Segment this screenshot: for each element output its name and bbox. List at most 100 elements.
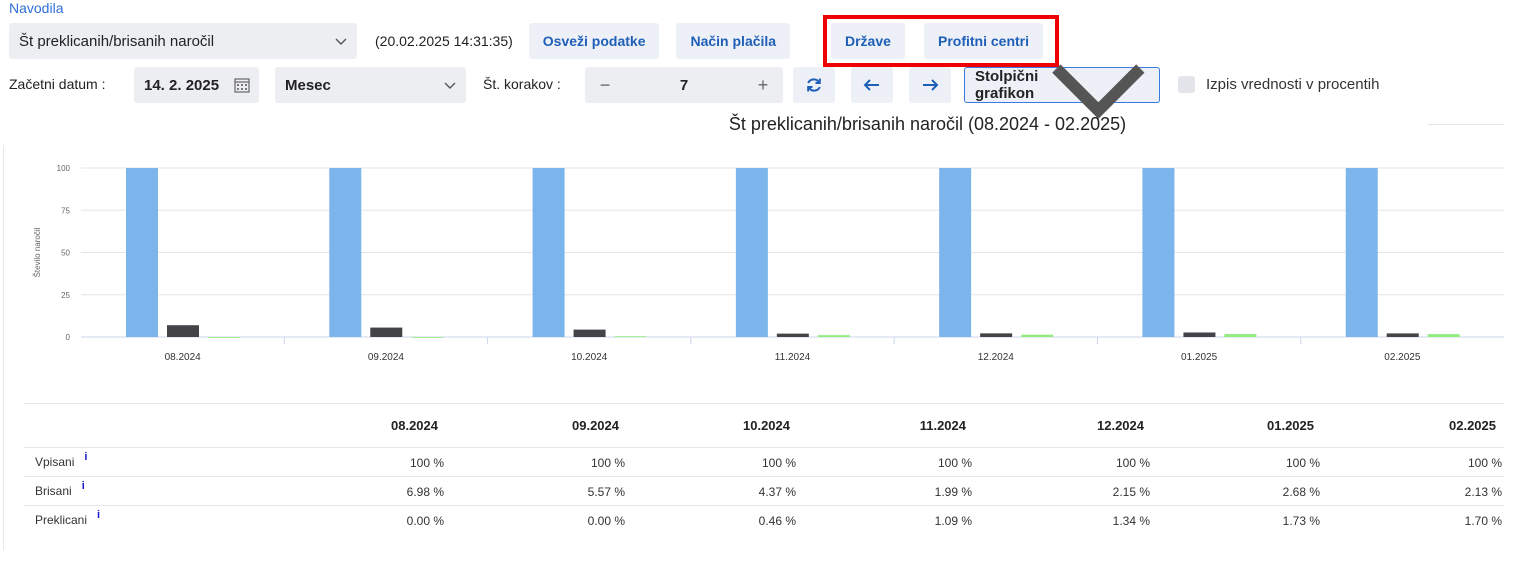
table-column-header: 09.2024 [572, 418, 619, 433]
x-tick-label: 02.2025 [1384, 352, 1421, 363]
table-header-row: 08.2024 09.2024 10.2024 11.2024 12.2024 01.20… [24, 403, 1504, 448]
states-button[interactable]: Države [831, 23, 905, 59]
x-tick-label: 10.2024 [571, 352, 608, 363]
steps-label: Št. korakov : [483, 76, 561, 92]
chart-type-value: Stolpični grafikon [975, 68, 1039, 102]
x-tick-label: 12.2024 [978, 352, 1015, 363]
table-cell: 0.46 % [758, 514, 796, 528]
toolbar-row-2: Začetni datum : 14. 2. 2025 Mesec Št. ko… [9, 64, 1509, 119]
table-column-header: 12.2024 [1097, 418, 1144, 433]
table-cell: 100 % [1467, 456, 1502, 470]
profit-centers-button[interactable]: Profitni centri [924, 23, 1044, 59]
x-tick-label: 01.2025 [1181, 352, 1218, 363]
calendar-icon[interactable] [234, 77, 250, 93]
y-tick-label: 75 [61, 206, 70, 215]
bar-vpisani [532, 168, 565, 337]
x-tick-label: 11.2024 [775, 352, 811, 363]
y-axis-label: Število naročil [33, 227, 42, 277]
row-label-text: Brisani [35, 484, 72, 498]
bar-vpisani [126, 168, 158, 337]
y-tick-label: 0 [66, 333, 71, 342]
chevron-down-icon [444, 82, 456, 89]
bar-preklicani [614, 336, 647, 338]
row-label-text: Preklicani [35, 513, 88, 527]
chart-type-select[interactable]: Stolpični grafikon [964, 64, 1160, 119]
table-column-header: 01.2025 [1267, 418, 1314, 433]
percent-values-checkbox[interactable]: Izpis vrednosti v procentih [1178, 76, 1379, 93]
bar-chart-svg: 0 25 50 75 100 Število naročil 08.2024 09.2024 1… [33, 164, 1504, 363]
steps-stepper: − 7 + [585, 67, 783, 103]
divider [1428, 124, 1504, 125]
percent-values-label: Izpis vrednosti v procentih [1206, 76, 1380, 93]
table-cell: 0.00 % [587, 514, 625, 528]
reload-button[interactable] [793, 67, 835, 103]
table-cell: 1.73 % [1282, 514, 1320, 528]
start-date-input[interactable]: 14. 2. 2025 [134, 67, 259, 103]
row-label-text: Vpisani [35, 455, 75, 469]
steps-increment-button[interactable]: + [755, 75, 771, 96]
table-cell: 2.68 % [1282, 485, 1320, 499]
table-cell: 2.13 % [1464, 485, 1502, 499]
arrow-left-icon [863, 79, 879, 91]
table-cell: 100 % [1285, 456, 1320, 470]
table-cell: 2.15 % [1112, 485, 1150, 499]
report-select[interactable]: Št preklicanih/brisanih naročil [9, 23, 357, 59]
chart-title: Št preklicanih/brisanih naročil (08.2024… [728, 114, 1127, 134]
table-cell: 100 % [590, 456, 625, 470]
row-label: Vpisani i [35, 451, 87, 469]
table-column-header: 08.2024 [391, 418, 438, 433]
bar-vpisani [1345, 168, 1378, 337]
bar-preklicani [1427, 334, 1460, 337]
arrow-right-icon [923, 79, 939, 91]
table-cell: 6.98 % [406, 485, 444, 499]
chevron-down-icon [335, 38, 347, 45]
data-table: 08.2024 09.2024 10.2024 11.2024 12.2024 01.20… [24, 403, 1504, 535]
bar-brisani [1183, 332, 1216, 337]
bar-brisani [370, 327, 403, 337]
table-cell: 5.57 % [587, 485, 625, 499]
bar-vpisani [1142, 168, 1175, 337]
start-date-value: 14. 2. 2025 [144, 76, 220, 94]
y-tick-label: 100 [57, 164, 71, 173]
toolbar-row-1: Št preklicanih/brisanih naročil (20.02.2… [9, 23, 791, 59]
bar-vpisani [735, 168, 768, 337]
bar-brisani [776, 333, 809, 337]
row-label: Preklicani i [35, 509, 100, 527]
table-cell: 1.34 % [1112, 514, 1150, 528]
table-cell: 1.09 % [934, 514, 972, 528]
table-column-header: 10.2024 [743, 418, 790, 433]
previous-period-button[interactable] [851, 67, 893, 103]
table-row: Vpisani i 100 % 100 % 100 % 100 % 100 % 100 % 10… [24, 448, 1504, 477]
info-icon[interactable]: i [97, 509, 100, 527]
next-period-button[interactable] [909, 67, 951, 103]
table-cell: 0.00 % [406, 514, 444, 528]
steps-value[interactable]: 7 [680, 77, 688, 94]
table-body: Vpisani i 100 % 100 % 100 % 100 % 100 % 100 % 10… [24, 448, 1504, 535]
table-row: Preklicani i 0.00 % 0.00 % 0.46 % 1.09 % 1.34 … [24, 506, 1504, 535]
payment-method-button[interactable]: Način plačila [676, 23, 791, 59]
x-tick-label: 08.2024 [165, 352, 202, 363]
bar-brisani [1386, 333, 1419, 337]
help-link[interactable]: Navodila [9, 0, 63, 16]
table-cell: 100 % [761, 456, 796, 470]
info-icon[interactable]: i [82, 480, 85, 498]
table-cell: 100 % [409, 456, 444, 470]
bar-brisani [980, 333, 1013, 337]
info-icon[interactable]: i [84, 451, 87, 469]
bar-brisani [573, 329, 606, 337]
bar-vpisani [939, 168, 972, 337]
bar-chart: 0 25 50 75 100 Število naročil 08.2024 09.2024 1… [0, 145, 1519, 385]
x-tick-label: 09.2024 [368, 352, 405, 363]
bar-preklicani [1224, 334, 1257, 337]
y-tick-label: 25 [61, 291, 70, 300]
table-row: Brisani i 6.98 % 5.57 % 4.37 % 1.99 % 2.15 % 2.… [24, 477, 1504, 506]
checkbox-box[interactable] [1178, 76, 1195, 93]
bar-preklicani [817, 335, 850, 337]
refresh-data-button[interactable]: Osveži podatke [528, 23, 660, 59]
period-select[interactable]: Mesec [275, 67, 466, 103]
table-column-header: 11.2024 [919, 418, 966, 433]
bar-preklicani [208, 337, 240, 338]
steps-decrement-button[interactable]: − [597, 75, 613, 96]
table-cell: 100 % [1115, 456, 1150, 470]
report-select-value: Št preklicanih/brisanih naročil [19, 32, 215, 50]
